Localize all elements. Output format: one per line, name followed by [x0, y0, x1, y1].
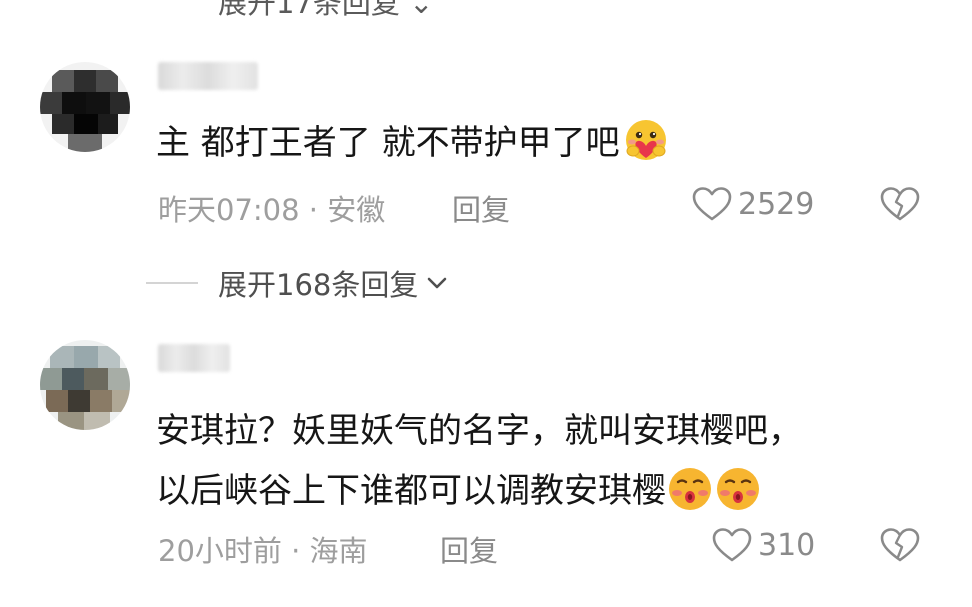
comment-text-line-1: 安琪拉？妖里妖气的名字，就叫安琪樱吧， [156, 411, 802, 451]
comment-text-line-2-body: 以后峡谷上下谁都可以调教安琪樱 [156, 471, 666, 511]
dislike-button[interactable] [880, 186, 920, 226]
chevron-down-icon [428, 277, 447, 289]
expand-replies-label-top: 展开17条回复 [218, 0, 400, 20]
comment-text: 安琪拉？妖里妖气的名字，就叫安琪樱吧， 以后峡谷上下谁都可以调教安琪樱 [156, 408, 802, 524]
comment-time-location: 昨天07:08 · 安徽 [158, 193, 386, 227]
like-count: 2529 [738, 186, 815, 222]
reply-button[interactable]: 回复 [452, 187, 510, 229]
kiss-face-emoji [666, 466, 714, 524]
kiss-face-emoji [714, 466, 762, 524]
broken-heart-icon [880, 187, 920, 221]
divider-line [146, 282, 198, 284]
heart-outline-icon [712, 528, 752, 562]
hug-heart-emoji [620, 118, 672, 176]
comment-text-line-2: 以后峡谷上下谁都可以调教安琪樱 [156, 466, 802, 524]
like-button[interactable]: 310 [712, 527, 815, 563]
comment-thread: 展开17条回复 ⌄ 主 都打王者了 就不带护甲了吧 昨天07:08 · 安徽 回… [0, 0, 972, 607]
comment-text: 主 都打王者了 就不带护甲了吧 [156, 118, 672, 176]
username-blurred[interactable] [158, 62, 258, 90]
avatar[interactable] [40, 62, 130, 152]
comment-text-body: 主 都打王者了 就不带护甲了吧 [156, 123, 620, 163]
like-button[interactable]: 2529 [692, 186, 814, 222]
expand-replies-button[interactable]: 展开168条回复 [146, 262, 452, 304]
heart-outline-icon [692, 187, 732, 221]
reply-button[interactable]: 回复 [440, 528, 498, 570]
dislike-button[interactable] [880, 527, 920, 567]
comment-time-location: 20小时前 · 海南 [158, 534, 368, 568]
broken-heart-icon [880, 528, 920, 562]
expand-replies-label: 展开168条回复 [218, 268, 419, 302]
chevron-down-icon: ⌄ [399, 0, 434, 20]
expand-replies-button-top[interactable]: 展开17条回复 ⌄ [218, 0, 433, 22]
like-count: 310 [758, 527, 816, 563]
avatar[interactable] [40, 340, 130, 430]
username-blurred[interactable] [158, 344, 230, 372]
